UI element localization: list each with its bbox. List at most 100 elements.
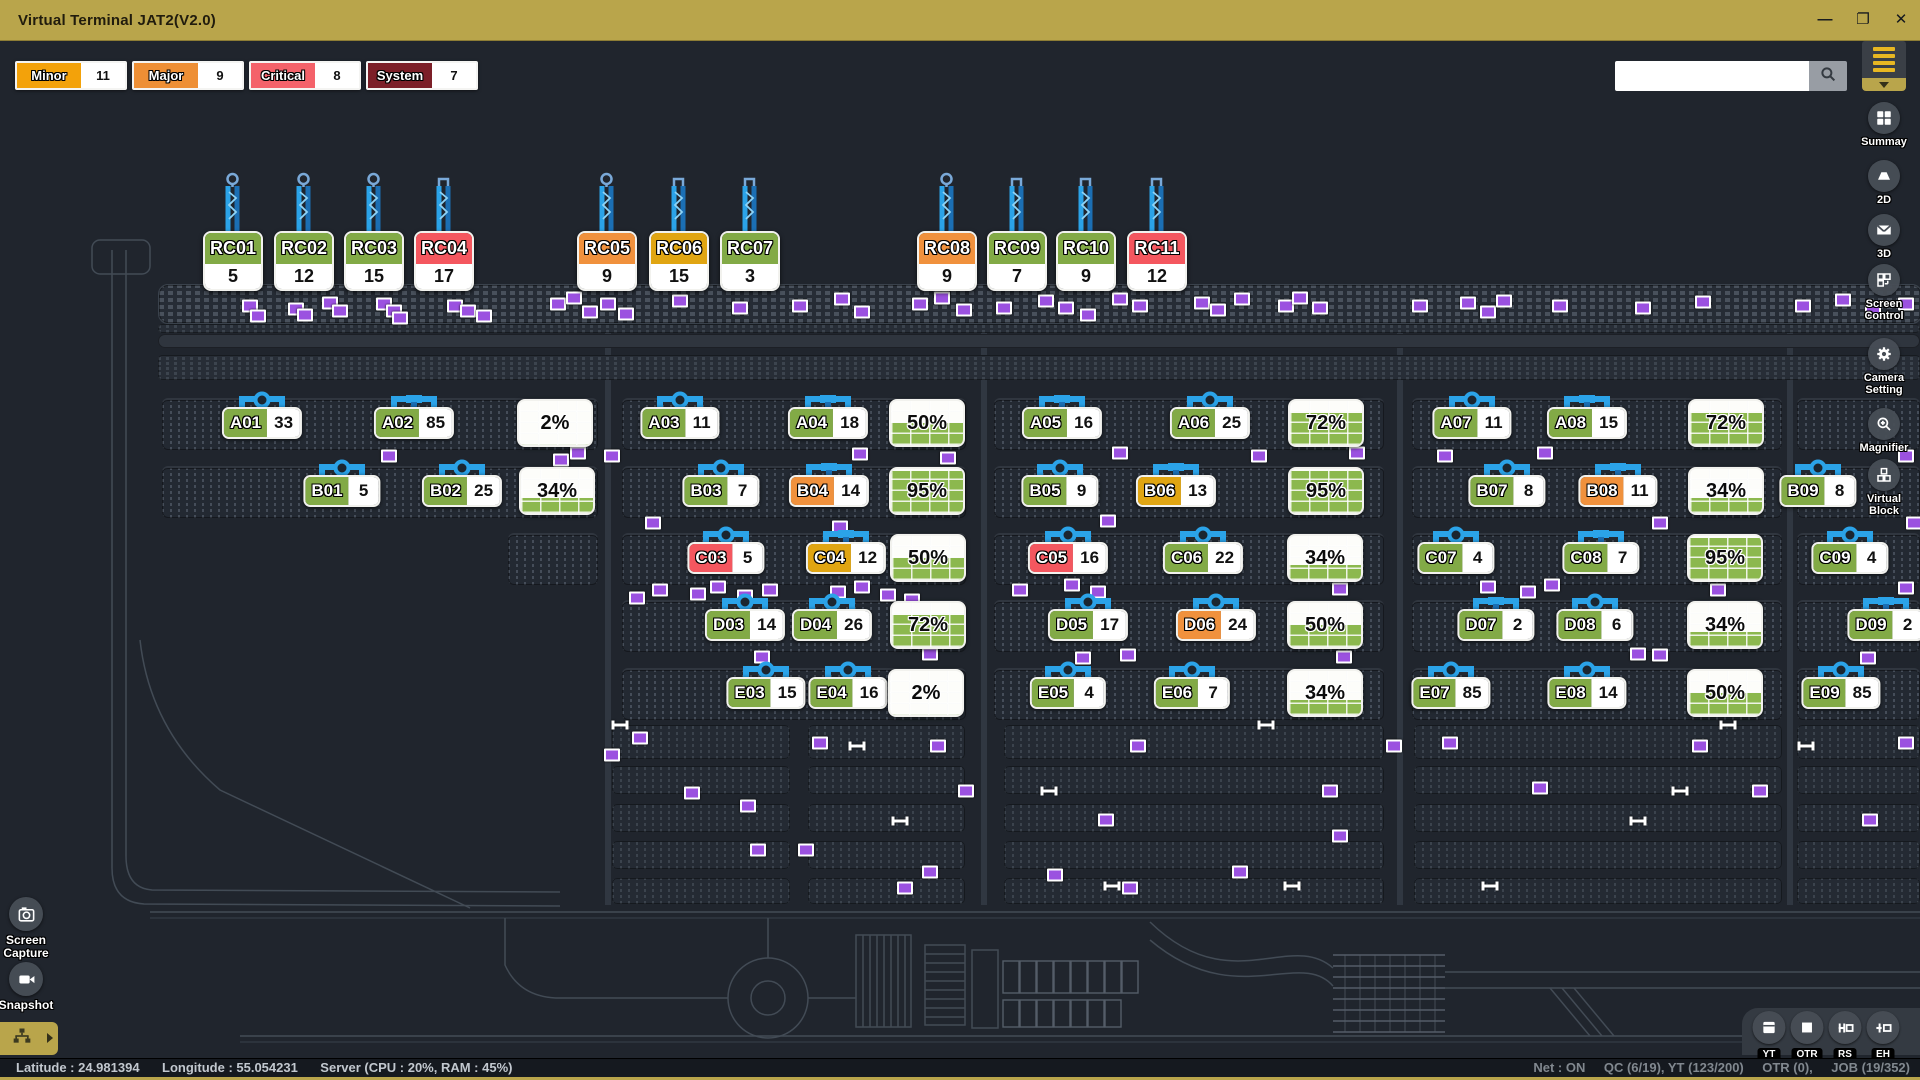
crane-RC03[interactable]: RC0315 <box>344 231 404 291</box>
yard-block-E08[interactable]: E0814 <box>1547 677 1626 709</box>
vehicle-filter-yt-button[interactable]: YT <box>1753 1011 1786 1062</box>
alarm-badge-major[interactable]: Major9 <box>132 61 244 90</box>
alarm-badge-critical[interactable]: Critical8 <box>249 61 361 90</box>
yard-block-B07[interactable]: B078 <box>1468 475 1545 507</box>
yard-block-C03[interactable]: C035 <box>687 542 764 574</box>
container-marker <box>1695 296 1711 309</box>
yard-block-D08[interactable]: D086 <box>1556 609 1633 641</box>
crane-RC07[interactable]: RC073 <box>720 231 780 291</box>
yard-block-C09[interactable]: C094 <box>1811 542 1888 574</box>
yard-block-C07[interactable]: C074 <box>1417 542 1494 574</box>
sidebar-item-camera-setting[interactable]: Camera Setting <box>1851 338 1917 396</box>
crane-RC06[interactable]: RC0615 <box>649 231 709 291</box>
crane-id-label: RC04 <box>416 233 472 264</box>
sidebar-item-magnifier[interactable]: Magnifier <box>1851 408 1917 454</box>
yard-block-E04[interactable]: E0416 <box>808 677 887 709</box>
truck-icon <box>892 817 909 826</box>
close-button[interactable]: ✕ <box>1890 0 1912 40</box>
yard-block-E09[interactable]: E0985 <box>1801 677 1880 709</box>
sidebar-item-label: Camera Setting <box>1851 372 1917 396</box>
crane-id-label: RC05 <box>579 233 635 264</box>
crane-RC05[interactable]: RC059 <box>577 231 637 291</box>
occupancy-badge: 34% <box>1688 467 1764 515</box>
container-marker <box>690 588 706 601</box>
yard-block-D06[interactable]: D0624 <box>1176 609 1256 641</box>
yard-block-A06[interactable]: A0625 <box>1170 407 1250 439</box>
yard-strip <box>1414 725 1782 759</box>
container-marker <box>922 866 938 879</box>
sidebar-item-summay[interactable]: Summay <box>1851 102 1917 148</box>
corner-layout-tab[interactable] <box>0 1022 58 1055</box>
yard-block-D05[interactable]: D0517 <box>1048 609 1128 641</box>
alarm-badge-system[interactable]: System7 <box>366 61 478 90</box>
yard-block-B01[interactable]: B015 <box>303 475 380 507</box>
crane-mast-icon <box>1073 172 1099 237</box>
crane-RC09[interactable]: RC097 <box>987 231 1047 291</box>
search-input[interactable] <box>1615 61 1809 91</box>
yard-block-E05[interactable]: E054 <box>1030 677 1106 709</box>
yard-block-E06[interactable]: E067 <box>1154 677 1230 709</box>
yard-block-B06[interactable]: B0613 <box>1136 475 1216 507</box>
block-count-value: 12 <box>851 544 884 572</box>
crane-RC08[interactable]: RC089 <box>917 231 977 291</box>
yard-block-A04[interactable]: A0418 <box>788 407 868 439</box>
vehicle-filter-eh-button[interactable]: EH <box>1867 1011 1900 1062</box>
yard-block-B04[interactable]: B0414 <box>789 475 869 507</box>
container-marker <box>1898 737 1914 750</box>
crane-RC02[interactable]: RC0212 <box>274 231 334 291</box>
container-marker <box>1312 302 1328 315</box>
block-count-value: 85 <box>419 409 452 437</box>
container-marker <box>1412 300 1428 313</box>
yard-block-A08[interactable]: A0815 <box>1547 407 1627 439</box>
yard-block-C04[interactable]: C0412 <box>806 542 886 574</box>
search-button[interactable] <box>1809 61 1847 91</box>
snapshot-button[interactable]: Snapshot <box>0 962 66 1012</box>
sidebar-item-2d[interactable]: 2D <box>1851 160 1917 206</box>
alarm-badge-minor[interactable]: Minor11 <box>15 61 127 90</box>
crane-count-value: 12 <box>276 264 332 289</box>
yard-block-D07[interactable]: D072 <box>1457 609 1534 641</box>
yard-block-D09[interactable]: D092 <box>1847 609 1920 641</box>
yard-block-E07[interactable]: E0785 <box>1411 677 1490 709</box>
snapshot-icon <box>9 962 43 996</box>
sidebar-item-3d[interactable]: 3D <box>1851 214 1917 260</box>
crane-mast-icon <box>666 172 692 237</box>
yard-block-A07[interactable]: A0711 <box>1432 407 1511 439</box>
block-count-value: 7 <box>1608 544 1638 572</box>
occupancy-value: 50% <box>892 536 964 580</box>
block-count-value: 8 <box>1514 477 1544 505</box>
crane-RC01[interactable]: RC015 <box>203 231 263 291</box>
otr-count: OTR (0), <box>1762 1060 1813 1075</box>
sidebar-item-virtual-block[interactable]: Virtual Block <box>1851 459 1917 517</box>
sidebar-item-screen-control[interactable]: Screen Control <box>1851 264 1917 322</box>
yard-block-A03[interactable]: A0311 <box>640 407 719 439</box>
menu-collapse-button[interactable] <box>1862 78 1906 91</box>
yard-block-C08[interactable]: C087 <box>1562 542 1639 574</box>
crane-RC11[interactable]: RC1112 <box>1127 231 1187 291</box>
terminal-map[interactable]: A0133 A0285 A0311 A0418 A0516 A0625 A0711 A0815… <box>0 0 1920 1080</box>
yard-block-D03[interactable]: D0314 <box>705 609 785 641</box>
yard-block-C05[interactable]: C0516 <box>1028 542 1108 574</box>
vehicle-filter-rs-button[interactable]: RS <box>1829 1011 1862 1062</box>
yard-block-B03[interactable]: B037 <box>682 475 759 507</box>
yard-block-D04[interactable]: D0426 <box>792 609 872 641</box>
block-count-value: 11 <box>1478 409 1510 437</box>
yard-block-A05[interactable]: A0516 <box>1022 407 1102 439</box>
screen-capture-button[interactable]: Screen Capture <box>0 897 66 960</box>
yard-block-B02[interactable]: B0225 <box>422 475 502 507</box>
minimize-button[interactable]: — <box>1814 0 1836 40</box>
crane-RC04[interactable]: RC0417 <box>414 231 474 291</box>
crane-RC10[interactable]: RC109 <box>1056 231 1116 291</box>
yard-block-E03[interactable]: E0315 <box>726 677 805 709</box>
crane-id-label: RC07 <box>722 233 778 264</box>
yard-block-C06[interactable]: C0622 <box>1163 542 1243 574</box>
yard-block-B05[interactable]: B059 <box>1021 475 1098 507</box>
vehicle-filter-otr-button[interactable]: OTR <box>1791 1011 1824 1062</box>
yard-block-B09[interactable]: B098 <box>1779 475 1856 507</box>
yard-strip <box>158 334 1920 348</box>
yard-block-A01[interactable]: A0133 <box>222 407 302 439</box>
yard-block-B08[interactable]: B0811 <box>1578 475 1657 507</box>
maximize-button[interactable]: ❐ <box>1852 0 1874 40</box>
yard-block-A02[interactable]: A0285 <box>374 407 454 439</box>
menu-button[interactable] <box>1862 41 1906 78</box>
